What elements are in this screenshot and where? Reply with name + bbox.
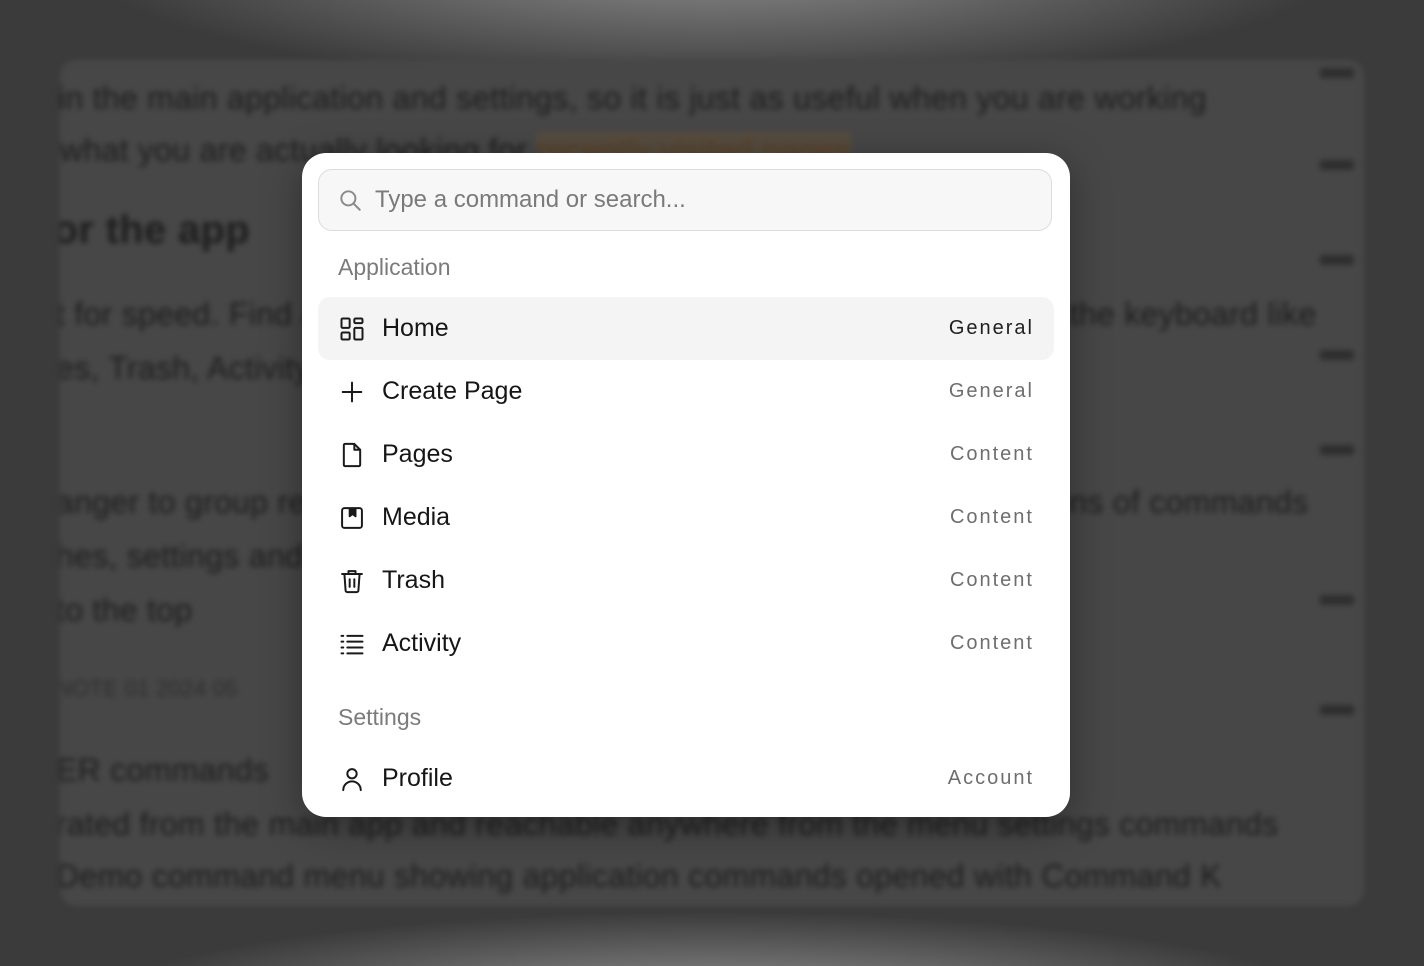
trash-icon [338,567,366,595]
background-sidebar [1304,60,1364,906]
command-item-pages[interactable]: Pages Content [318,423,1054,486]
background-text-line: ER commands [60,752,270,788]
command-category: Content [949,632,1034,654]
background-text-line: NOTE 01 2024 05 [60,676,238,701]
plus-icon [338,378,366,406]
command-category: General [948,380,1034,402]
file-icon [338,441,366,469]
command-category: Account [947,767,1034,789]
command-label: Pages [382,440,453,468]
command-label: Home [382,314,449,342]
command-label: Create Page [382,377,523,405]
command-label: Activity [382,629,462,657]
dashboard-icon [338,315,366,343]
user-icon [338,765,366,793]
command-item-create-page[interactable]: Create Page General [318,360,1054,423]
search-box [318,169,1052,231]
command-palette: Application Home General Create Page Gen… [302,153,1070,817]
command-category: Content [949,443,1034,465]
search-input[interactable] [375,170,1035,229]
command-label: Media [382,503,451,531]
search-icon [337,187,363,213]
command-item-activity[interactable]: Activity Content [318,612,1054,675]
command-item-trash[interactable]: Trash Content [318,549,1054,612]
group-heading-application: Application [338,254,451,280]
command-item-media[interactable]: Media Content [318,486,1054,549]
command-item-home[interactable]: Home General [318,297,1054,360]
bookmark-box-icon [338,504,366,532]
command-category: Content [949,506,1034,528]
group-heading-settings: Settings [338,704,422,730]
command-category: Content [949,569,1034,591]
background-text-line: Demo command menu showing application co… [60,858,1222,894]
command-category: General [948,317,1034,339]
background-text-line: in the main application and settings, so… [60,80,1207,116]
background-text-line: es, Trash, Activity [60,350,311,386]
background-text-line: to the top [60,592,193,628]
background-heading: for the app [60,208,250,252]
command-item-profile[interactable]: Profile Account [318,747,1054,810]
list-icon [338,630,366,658]
command-label: Trash [382,566,445,594]
command-label: Profile [382,764,453,792]
